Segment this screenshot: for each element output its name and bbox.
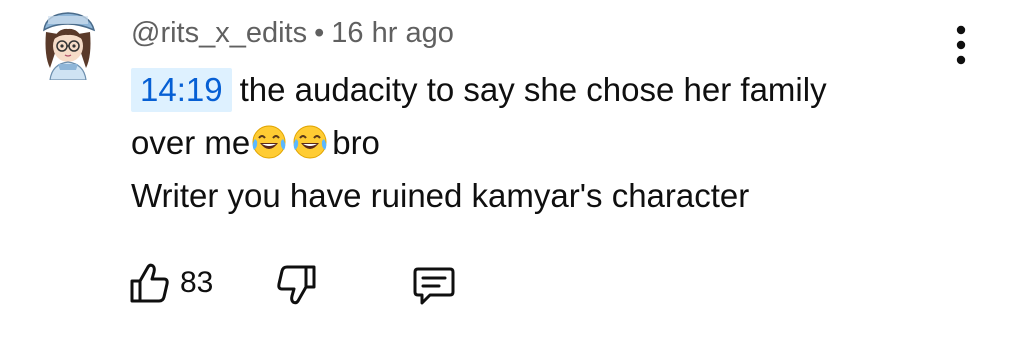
comment-line-1: 14:19 the audacity to say she chose her f…	[131, 63, 991, 116]
thumbs-up-icon	[130, 263, 169, 303]
laughing-emoji-icon	[293, 125, 327, 159]
comment-line-2-start: over me	[131, 124, 251, 161]
like-button[interactable]: 83	[126, 259, 213, 307]
comment-line-2: over me bro	[131, 116, 991, 169]
comment: @rits_x_edits • 16 hr ago 14:19 the audacit…	[0, 0, 1024, 345]
timestamp-link[interactable]: 14:19	[131, 68, 232, 112]
comment-actions: 83	[0, 255, 1024, 315]
comment-line-3: Writer you have ruined kamyar's characte…	[131, 177, 750, 214]
comment-time[interactable]: 16 hr ago	[331, 17, 454, 49]
dislike-button[interactable]	[272, 261, 320, 309]
reply-button[interactable]	[410, 261, 458, 309]
comment-text: 14:19 the audacity to say she chose her f…	[131, 63, 991, 222]
like-count: 83	[180, 266, 214, 299]
comment-line-2-end: bro	[332, 124, 380, 161]
thumbs-down-icon	[277, 265, 316, 305]
separator: •	[314, 17, 325, 49]
comment-line-1-text: the audacity to say she chose her family	[239, 71, 827, 108]
comment-header: @rits_x_edits • 16 hr ago	[131, 17, 454, 50]
more-vertical-icon[interactable]	[944, 22, 978, 68]
author-name[interactable]: @rits_x_edits	[131, 17, 307, 49]
avatar[interactable]	[36, 10, 100, 80]
comment-icon	[413, 267, 455, 305]
laughing-emoji-icon	[252, 125, 286, 159]
